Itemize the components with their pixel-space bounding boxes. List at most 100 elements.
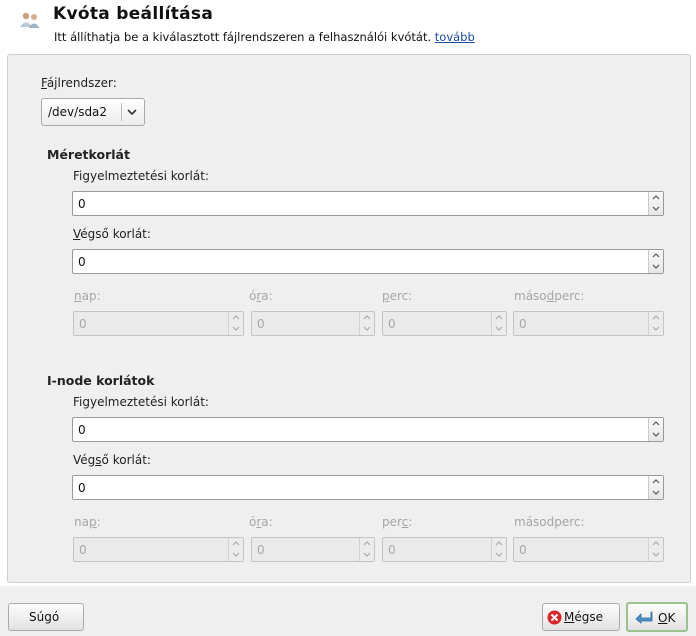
inode-grace-days-label: nap: xyxy=(74,515,101,529)
size-grace-minutes-spinbox[interactable]: 0 xyxy=(382,311,507,336)
spin-down-button[interactable] xyxy=(649,487,663,498)
inode-warning-label: Figyelmeztetési korlát: xyxy=(73,395,209,409)
inode-grace-seconds-label: másodperc: xyxy=(514,515,585,529)
ok-button[interactable]: OK xyxy=(626,602,688,632)
size-warning-label: Figyelmeztetési korlát: xyxy=(73,169,209,183)
inode-grace-minutes-spinbox[interactable]: 0 xyxy=(382,537,507,562)
spin-up-button[interactable] xyxy=(649,476,663,487)
help-button[interactable]: Súgó xyxy=(8,603,84,631)
spin-down-button[interactable] xyxy=(649,429,663,440)
chevron-down-icon xyxy=(652,206,660,211)
chevron-up-icon xyxy=(652,541,660,546)
spin-up-button[interactable] xyxy=(649,312,663,323)
chevron-up-icon xyxy=(232,315,240,320)
dialog-header: Kvóta beállítása Itt állíthatja be a kiv… xyxy=(0,0,696,50)
chevron-down-icon xyxy=(232,326,240,331)
spin-down-button[interactable] xyxy=(229,549,243,560)
spin-down-button[interactable] xyxy=(360,549,374,560)
spin-up-button[interactable] xyxy=(360,312,374,323)
spin-up-button[interactable] xyxy=(229,312,243,323)
spin-down-button[interactable] xyxy=(229,323,243,334)
chevron-down-icon xyxy=(495,326,503,331)
size-grace-days-label: nap: xyxy=(74,289,101,303)
size-grace-minutes-label: perc: xyxy=(382,289,413,303)
spin-down-button[interactable] xyxy=(360,323,374,334)
inode-grace-days-spinbox[interactable]: 0 xyxy=(73,537,244,562)
inode-limits-title: I-node korlátok xyxy=(47,373,155,388)
inode-warning-spinbox[interactable]: 0 xyxy=(72,417,664,442)
chevron-up-icon xyxy=(652,253,660,258)
spin-buttons xyxy=(648,312,663,335)
size-grace-hours-spinbox[interactable]: 0 xyxy=(251,311,375,336)
spin-down-button[interactable] xyxy=(492,549,506,560)
spin-buttons xyxy=(648,192,663,215)
size-warning-spinbox[interactable]: 0 xyxy=(72,191,664,216)
spin-up-button[interactable] xyxy=(360,538,374,549)
chevron-up-icon xyxy=(363,315,371,320)
spin-value: 0 xyxy=(519,543,527,557)
spin-up-button[interactable] xyxy=(649,250,663,261)
inode-hard-spinbox[interactable]: 0 xyxy=(72,475,664,500)
inode-grace-minutes-label: perc: xyxy=(382,515,413,529)
users-quota-icon xyxy=(20,12,40,28)
spin-up-button[interactable] xyxy=(649,192,663,203)
spin-buttons xyxy=(648,418,663,441)
page-title: Kvóta beállítása xyxy=(53,4,214,24)
size-hard-spinbox[interactable]: 0 xyxy=(72,249,664,274)
spin-buttons xyxy=(359,312,374,335)
spin-buttons xyxy=(648,476,663,499)
chevron-down-icon xyxy=(652,326,660,331)
size-grace-seconds-spinbox[interactable]: 0 xyxy=(513,311,664,336)
chevron-down-icon xyxy=(652,432,660,437)
more-link[interactable]: tovább xyxy=(435,30,475,44)
page-subtitle: Itt állíthatja be a kiválasztott fájlren… xyxy=(54,30,475,44)
spin-value: 0 xyxy=(388,543,396,557)
chevron-down-icon xyxy=(363,326,371,331)
spin-up-button[interactable] xyxy=(492,538,506,549)
chevron-up-icon xyxy=(652,421,660,426)
filesystem-select[interactable]: /dev/sda2 xyxy=(41,98,145,126)
subtitle-text: Itt állíthatja be a kiválasztott fájlren… xyxy=(54,30,432,44)
spin-buttons xyxy=(491,312,506,335)
filesystem-label: Fájlrendszer: xyxy=(41,76,117,90)
inode-grace-hours-label: óra: xyxy=(249,515,273,529)
spin-value: 0 xyxy=(79,317,87,331)
spin-buttons xyxy=(491,538,506,561)
spin-down-button[interactable] xyxy=(649,549,663,560)
spin-value: 0 xyxy=(257,317,265,331)
chevron-down-icon xyxy=(232,552,240,557)
cancel-button-label: Mégse xyxy=(564,610,603,624)
spin-down-button[interactable] xyxy=(492,323,506,334)
ok-button-label: OK xyxy=(658,611,676,625)
combo-separator xyxy=(121,103,122,121)
spin-up-button[interactable] xyxy=(649,418,663,429)
chevron-up-icon xyxy=(652,479,660,484)
chevron-up-icon xyxy=(363,541,371,546)
size-grace-seconds-label: másodperc: xyxy=(514,289,585,303)
spin-up-button[interactable] xyxy=(229,538,243,549)
chevron-up-icon xyxy=(652,195,660,200)
size-grace-days-spinbox[interactable]: 0 xyxy=(73,311,244,336)
spin-value: 0 xyxy=(78,197,86,211)
chevron-down-icon xyxy=(652,552,660,557)
inode-grace-seconds-spinbox[interactable]: 0 xyxy=(513,537,664,562)
spin-value: 0 xyxy=(78,481,86,495)
spin-buttons xyxy=(228,312,243,335)
spin-up-button[interactable] xyxy=(492,312,506,323)
chevron-down-icon xyxy=(652,264,660,269)
spin-up-button[interactable] xyxy=(649,538,663,549)
help-button-label: Súgó xyxy=(29,610,60,624)
spin-buttons xyxy=(648,250,663,273)
spin-buttons xyxy=(648,538,663,561)
spin-buttons xyxy=(228,538,243,561)
chevron-down-icon xyxy=(652,490,660,495)
cancel-button[interactable]: Mégse xyxy=(542,603,620,631)
chevron-up-icon xyxy=(232,541,240,546)
inode-grace-hours-spinbox[interactable]: 0 xyxy=(251,537,375,562)
ok-return-arrow-icon xyxy=(635,611,653,624)
spin-down-button[interactable] xyxy=(649,323,663,334)
spin-value: 0 xyxy=(388,317,396,331)
spin-down-button[interactable] xyxy=(649,203,663,214)
spin-down-button[interactable] xyxy=(649,261,663,272)
size-limits-title: Méretkorlát xyxy=(47,147,130,162)
